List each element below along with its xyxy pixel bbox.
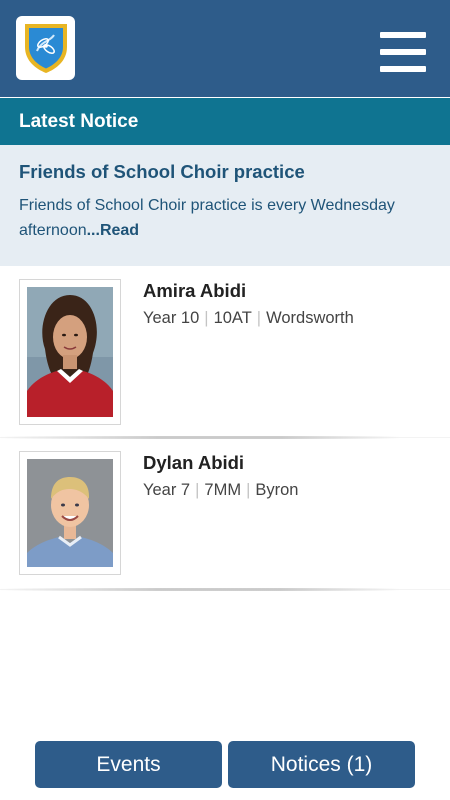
student-name: Dylan Abidi [143,452,245,473]
student-photo [27,287,113,417]
student-house: Wordsworth [266,309,354,327]
hamburger-menu-icon[interactable] [380,32,426,72]
events-button[interactable]: Events [35,741,222,788]
notice-read-more-link[interactable]: ...Read [87,222,139,239]
menu-line [380,32,426,38]
menu-line [380,66,426,72]
notice-title: Friends of School Choir practice [19,161,305,182]
separator: | [204,309,209,327]
student-class: 7MM [204,481,242,499]
student-house: Byron [255,481,299,499]
bottom-navigation: Events Notices (1) [0,741,450,788]
notices-button[interactable]: Notices (1) [228,741,415,788]
separator: | [195,481,200,499]
school-logo[interactable] [16,16,75,80]
student-year: Year 10 [143,309,200,327]
separator: | [256,309,262,327]
school-crest-icon [24,24,67,73]
student-card[interactable]: Dylan Abidi Year 7 | 7MM | Byron [0,438,450,591]
student-name: Amira Abidi [143,280,247,301]
student-details: Year 7 | 7MM | Byron [143,481,298,500]
student-card[interactable]: Amira Abidi Year 10 | 10AT | Wordsworth [0,266,450,439]
latest-notice-card[interactable]: Friends of School Choir practice Friends… [0,145,450,266]
latest-notice-header: Latest Notice [0,98,450,145]
app-bar [0,0,450,97]
student-photo [27,459,113,567]
student-class: 10AT [213,309,252,327]
notice-body: Friends of School Choir practice is ever… [19,193,431,243]
menu-line [380,49,426,55]
divider [0,588,400,591]
separator: | [246,481,251,499]
student-details: Year 10 | 10AT | Wordsworth [143,309,354,328]
student-photo-frame [19,279,121,425]
notice-text: Friends of School Choir practice is ever… [19,197,395,239]
student-photo-frame [19,451,121,575]
student-year: Year 7 [143,481,191,499]
